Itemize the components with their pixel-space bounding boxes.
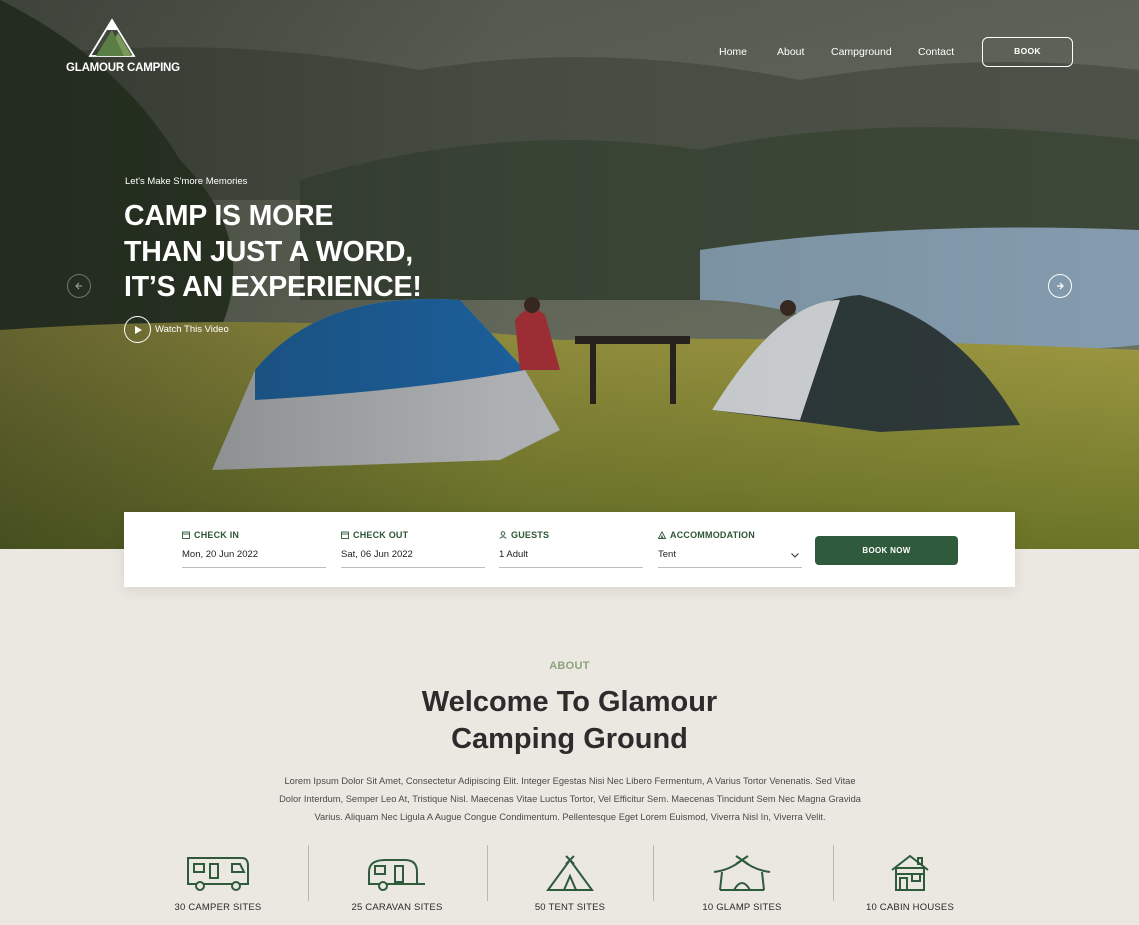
chevron-down-icon — [791, 553, 799, 558]
guests-field: GUESTS 1 Adult — [499, 530, 643, 568]
glamp-icon — [713, 855, 771, 891]
accommodation-field: ACCOMMODATION Tent — [658, 530, 802, 568]
watch-video-button[interactable]: Watch This Video — [124, 316, 229, 343]
camper-icon — [187, 857, 249, 891]
nav-item-about[interactable]: About — [777, 46, 804, 58]
guests-label: GUESTS — [511, 530, 550, 540]
stat-label: 10 GLAMP SITES — [702, 902, 782, 913]
slider-prev-button[interactable] — [67, 274, 91, 298]
hero-section: GLAMOUR CAMPING Home About Campground Co… — [0, 0, 1139, 549]
stat-cabin: 10 CABIN HOUSES — [830, 845, 990, 913]
nav-item-campground[interactable]: Campground — [831, 46, 892, 58]
about-text-line: Varius. Aliquam Nec Ligula A Augue Congu… — [314, 811, 826, 822]
stat-camper: 30 CAMPER SITES — [138, 845, 298, 913]
stat-label: 10 CABIN HOUSES — [866, 902, 954, 913]
about-text-line: Lorem Ipsum Dolor Sit Amet, Consectetur … — [284, 776, 856, 786]
slider-next-button[interactable] — [1048, 274, 1072, 298]
check-out-label: CHECK OUT — [353, 530, 409, 540]
stat-divider — [487, 845, 488, 901]
about-title-line: Welcome To Glamour — [421, 686, 718, 718]
hero-headline-line: THAN JUST A WORD, — [124, 235, 413, 268]
stat-glamp: 10 GLAMP SITES — [662, 845, 822, 913]
stat-caravan: 25 CARAVAN SITES — [317, 845, 477, 913]
tent-small-icon — [658, 531, 666, 539]
accommodation-label: ACCOMMODATION — [670, 530, 755, 540]
hero-tagline: Let's Make S'more Memories — [125, 176, 248, 187]
calendar-icon — [182, 531, 190, 539]
cabin-icon — [891, 854, 929, 891]
arrow-right-icon — [1057, 282, 1064, 290]
accommodation-select[interactable]: Tent — [658, 549, 802, 568]
check-in-label: CHECK IN — [194, 530, 240, 540]
about-description: Lorem Ipsum Dolor Sit Amet, Consectetur … — [250, 773, 890, 826]
check-in-input[interactable]: Mon, 20 Jun 2022 — [182, 549, 326, 568]
mountain-logo-icon — [88, 18, 136, 57]
book-now-button[interactable]: BOOK NOW — [815, 536, 958, 565]
watch-video-label: Watch This Video — [155, 324, 229, 335]
nav-item-contact[interactable]: Contact — [918, 46, 954, 58]
guests-input[interactable]: 1 Adult — [499, 549, 643, 568]
user-icon — [499, 531, 507, 539]
hero-headline: CAMP IS MORE THAN JUST A WORD, IT’S AN E… — [124, 199, 422, 306]
brand-name: GLAMOUR CAMPING — [66, 62, 180, 74]
about-title: Welcome To Glamour Camping Ground — [0, 684, 1139, 758]
stat-divider — [308, 845, 309, 901]
play-icon — [124, 316, 151, 343]
stat-label: 30 CAMPER SITES — [174, 902, 262, 913]
hero-headline-line: IT’S AN EXPERIENCE! — [124, 271, 422, 303]
brand-logo[interactable]: GLAMOUR CAMPING — [66, 16, 180, 84]
stat-divider — [653, 845, 654, 901]
about-eyebrow: ABOUT — [549, 660, 590, 672]
calendar-icon — [341, 531, 349, 539]
site-stats: 30 CAMPER SITES 25 CARAVAN SITES 50 TENT… — [0, 845, 1139, 925]
stat-label: 25 CARAVAN SITES — [351, 902, 443, 913]
check-in-field: CHECK IN Mon, 20 Jun 2022 — [182, 530, 326, 568]
stat-tent: 50 TENT SITES — [490, 845, 650, 913]
arrow-left-icon — [75, 282, 82, 290]
check-out-input[interactable]: Sat, 06 Jun 2022 — [341, 549, 485, 568]
caravan-icon — [368, 859, 425, 891]
stat-label: 50 TENT SITES — [534, 902, 606, 913]
hero-headline-line: CAMP IS MORE — [124, 200, 334, 232]
about-title-line: Camping Ground — [451, 723, 688, 755]
tent-icon — [546, 855, 594, 891]
nav-item-home[interactable]: Home — [719, 46, 747, 58]
check-out-field: CHECK OUT Sat, 06 Jun 2022 — [341, 530, 485, 568]
book-button[interactable]: BOOK — [982, 37, 1073, 67]
about-text-line: Dolor Interdum, Semper Leo At, Tristique… — [279, 793, 861, 804]
accommodation-value: Tent — [658, 549, 676, 560]
booking-form: CHECK IN Mon, 20 Jun 2022 CHECK OUT Sat,… — [124, 512, 1015, 587]
